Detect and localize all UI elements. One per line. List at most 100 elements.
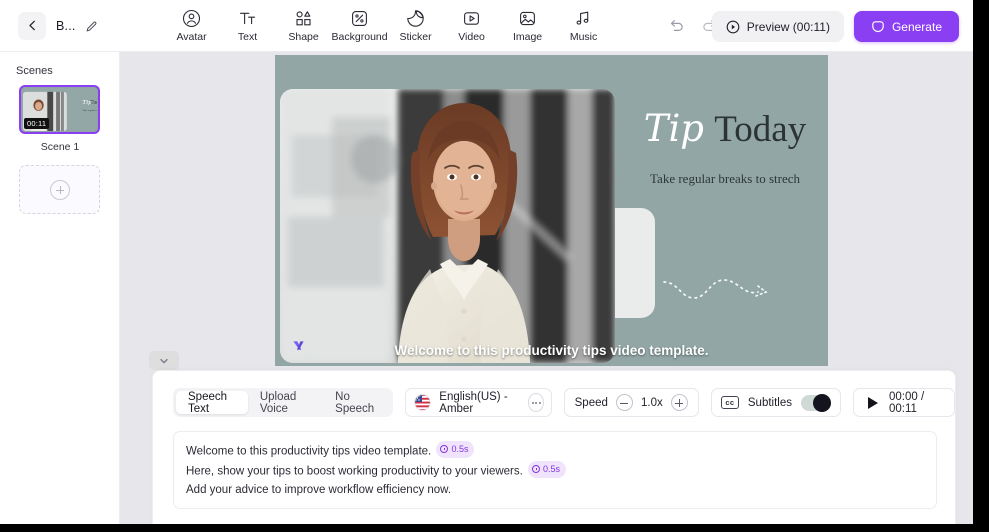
speed-control: Speed 1.0x: [563, 388, 699, 417]
pause-chip-1[interactable]: 0.5s: [436, 441, 475, 458]
tool-video[interactable]: Video: [444, 4, 500, 48]
tool-label: Avatar: [176, 31, 207, 44]
tool-label: Shape: [288, 31, 319, 44]
tool-label: Image: [512, 31, 543, 44]
script-line-2: Here, show your tips to boost working pr…: [186, 465, 523, 478]
tool-label: Sticker: [399, 31, 432, 44]
svg-text:Today: Today: [90, 100, 97, 106]
tool-text[interactable]: Text: [220, 4, 276, 48]
tool-avatar[interactable]: Avatar: [164, 4, 220, 48]
caption-bar: Welcome to this productivity tips video …: [275, 330, 828, 366]
play-icon[interactable]: [868, 396, 878, 409]
image-icon: [518, 8, 537, 29]
svg-text:Take regular breaks: Take regular breaks: [82, 109, 97, 112]
watermark: Vidnoz: [290, 338, 326, 362]
tool-image[interactable]: Image: [500, 4, 556, 48]
avatar-photo: [280, 89, 615, 363]
watermark-label: Vidnoz: [298, 356, 318, 362]
video-icon: [462, 8, 481, 29]
editor-stage: Tip Today Take regular breaks to strech …: [120, 52, 973, 524]
subtitles-label: Subtitles: [747, 396, 792, 409]
scenes-sidebar: Scenes Tip Today Take regular breaks 00:…: [0, 52, 120, 524]
scene-thumbnail[interactable]: Tip Today Take regular breaks 00:11: [19, 85, 100, 134]
play-circle-icon: [726, 20, 740, 34]
headline-rest-word: Today: [714, 109, 807, 150]
tool-shape[interactable]: Shape: [276, 4, 332, 48]
vidnoz-logo-icon: [290, 338, 326, 355]
clock-icon: [440, 445, 449, 454]
chevron-down-icon: [158, 355, 170, 367]
clock-icon: [532, 465, 541, 474]
chevron-left-icon: [26, 19, 39, 32]
pencil-icon[interactable]: [85, 19, 99, 33]
voice-name: English(US) - Amber: [439, 390, 508, 415]
tool-background[interactable]: Background: [332, 4, 388, 48]
script-line-1: Welcome to this productivity tips video …: [186, 445, 432, 458]
caption-text: Welcome to this productivity tips video …: [394, 343, 709, 358]
headline-italic-word: Tip: [643, 107, 704, 150]
top-toolbar: B... Avatar Text Shape Background Sticke…: [0, 0, 973, 52]
text-icon: [238, 8, 257, 29]
subtitles-toggle[interactable]: [801, 393, 831, 412]
generate-label: Generate: [891, 19, 942, 34]
pause-chip-label: 0.5s: [451, 444, 469, 454]
collapse-panel-button[interactable]: [149, 351, 179, 370]
tab-speech-text[interactable]: Speech Text: [176, 391, 248, 415]
tool-sticker[interactable]: Sticker: [388, 4, 444, 48]
tool-music[interactable]: Music: [556, 4, 612, 48]
project-title: B...: [56, 18, 76, 33]
script-line-3: Add your advice to improve workflow effi…: [186, 484, 452, 497]
speed-value: 1.0x: [641, 396, 663, 409]
tool-label: Video: [458, 31, 485, 44]
plus-circle-icon[interactable]: [670, 394, 688, 411]
headline-group[interactable]: Tip Today Take regular breaks to strech: [625, 107, 825, 187]
scene-label: Scene 1: [40, 141, 80, 153]
plus-circle-icon: [49, 179, 70, 200]
speech-controls: Speech Text Upload Voice No Speech Engli…: [173, 388, 955, 417]
minus-circle-icon[interactable]: [615, 394, 633, 411]
us-flag-icon: [414, 394, 431, 411]
cc-icon: cc: [720, 396, 739, 409]
tool-label: Music: [569, 31, 598, 44]
tool-group: Avatar Text Shape Background Sticker Vid…: [164, 4, 612, 48]
tab-upload-voice[interactable]: Upload Voice: [248, 391, 323, 415]
video-canvas[interactable]: Tip Today Take regular breaks to strech …: [275, 55, 828, 366]
speech-mode-tabs: Speech Text Upload Voice No Speech: [173, 388, 394, 417]
headline: Tip Today: [625, 107, 825, 150]
tool-label: Text: [237, 31, 258, 44]
subheadline: Take regular breaks to strech: [650, 170, 800, 186]
player-control[interactable]: 00:00 / 00:11: [853, 388, 955, 417]
toggle-knob: [813, 393, 831, 412]
scene-duration-badge: 00:11: [24, 118, 50, 129]
app-window: B... Avatar Text Shape Background Sticke…: [0, 0, 973, 524]
background-icon: [350, 8, 369, 29]
sparkle-chat-icon: [871, 20, 885, 34]
history-controls: [668, 17, 718, 34]
more-dots-icon[interactable]: [528, 393, 544, 412]
preview-label: Preview (00:11): [746, 19, 830, 34]
subtitles-control: cc Subtitles: [710, 388, 841, 417]
sticker-icon: [406, 8, 425, 29]
preview-button[interactable]: Preview (00:11): [711, 11, 844, 42]
speech-panel: Speech Text Upload Voice No Speech Engli…: [152, 370, 956, 524]
pause-chip-2[interactable]: 0.5s: [528, 461, 567, 478]
voice-selector[interactable]: English(US) - Amber: [405, 388, 552, 417]
avatar-icon: [182, 8, 201, 29]
top-actions: Preview (00:11) Generate: [711, 11, 959, 42]
undo-arrow-icon[interactable]: [668, 17, 685, 34]
music-icon: [574, 8, 593, 29]
tab-no-speech[interactable]: No Speech: [323, 391, 390, 415]
speed-label: Speed: [574, 396, 608, 409]
script-textarea[interactable]: Welcome to this productivity tips video …: [173, 431, 937, 509]
dotted-arrow-icon: [660, 270, 790, 310]
tool-label: Background: [331, 31, 388, 44]
avatar-video-frame[interactable]: [280, 89, 615, 363]
player-time: 00:00 / 00:11: [889, 390, 925, 415]
generate-button[interactable]: Generate: [853, 11, 959, 42]
shape-icon: [294, 8, 313, 29]
scene-thumbnail-image: Tip Today Take regular breaks 00:11: [22, 88, 97, 131]
pause-chip-label: 0.5s: [543, 464, 561, 475]
scenes-title: Scenes: [16, 65, 53, 77]
add-scene-button[interactable]: [19, 165, 100, 214]
back-button[interactable]: [18, 11, 46, 40]
